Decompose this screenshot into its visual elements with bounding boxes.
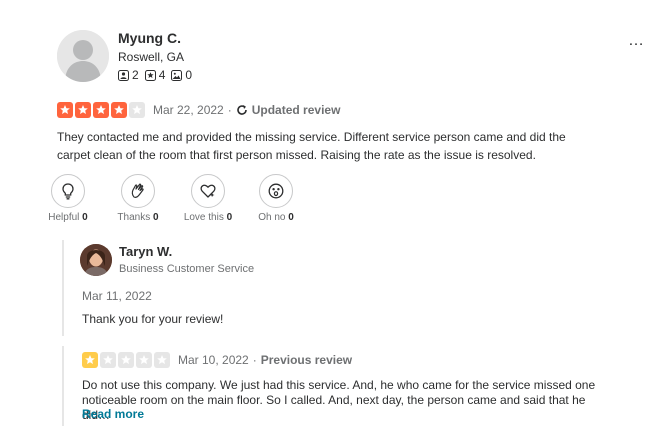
previous-star-1	[82, 352, 98, 368]
photo-icon	[171, 69, 183, 81]
business-responder-name: Taryn W.	[119, 244, 173, 259]
reviewer-name[interactable]: Myung C.	[118, 30, 181, 46]
thanks-count: 0	[153, 212, 159, 223]
helpful-button[interactable]: Helpful 0	[45, 174, 91, 223]
love-this-circle[interactable]	[191, 174, 225, 208]
review-text: They contacted me and provided the missi…	[57, 130, 566, 162]
previous-review: Mar 10, 2022 · Previous review Do not us…	[62, 346, 622, 426]
photos-count: 0	[185, 68, 193, 82]
oh-no-button[interactable]: Oh no 0	[253, 174, 299, 223]
helpful-text: Helpful	[48, 212, 80, 223]
previous-review-label: Previous review	[260, 353, 353, 367]
previous-review-text: Do not use this company. We just had thi…	[82, 378, 596, 422]
updated-review-label: Updated review	[236, 103, 341, 117]
friends-icon	[118, 69, 129, 81]
reviewer-location: Roswell, GA	[118, 50, 185, 64]
thanks-circle[interactable]	[121, 174, 155, 208]
reviewer-avatar[interactable]	[57, 30, 109, 82]
reviews-count: 4	[158, 68, 166, 82]
reply-date: Mar 11, 2022	[82, 289, 152, 303]
previous-review-date: Mar 10, 2022	[178, 353, 249, 367]
more-options-button[interactable]: …	[628, 33, 645, 49]
refresh-icon	[236, 105, 247, 115]
business-reply: Taryn W. Business Customer Service Mar 1…	[62, 240, 622, 336]
heart-icon	[200, 184, 216, 198]
helpful-count: 0	[82, 212, 88, 223]
review-rating-row: Mar 22, 2022 · Updated review	[57, 102, 340, 118]
thanks-text: Thanks	[117, 212, 151, 223]
clapping-hands-icon	[131, 183, 144, 198]
oh-no-label: Oh no 0	[258, 212, 294, 223]
business-responder-role: Business Customer Service	[119, 263, 255, 275]
oh-no-text: Oh no	[258, 212, 286, 223]
reply-text: Thank you for your review!	[82, 312, 224, 326]
lightbulb-icon	[62, 183, 74, 200]
reviews-stat: 4	[144, 68, 166, 82]
review-star-1	[57, 102, 73, 118]
surprised-face-icon	[268, 183, 284, 199]
friends-count: 2	[132, 68, 139, 82]
love-this-button[interactable]: Love this 0	[181, 174, 235, 223]
previous-star-3	[118, 352, 134, 368]
review-date: Mar 22, 2022	[153, 103, 224, 117]
reaction-bar: Helpful 0 Thanks 0 Love this 0 Oh no 0	[48, 174, 299, 223]
review-star-icon	[144, 69, 156, 81]
helpful-label: Helpful 0	[48, 212, 87, 223]
separator: ·	[252, 353, 257, 367]
photos-stat: 0	[171, 68, 192, 82]
review-star-5	[129, 102, 145, 118]
reviewer-stats: 2 4 0	[118, 68, 198, 82]
review-star-2	[75, 102, 91, 118]
review-star-4	[111, 102, 127, 118]
separator: ·	[227, 103, 232, 117]
previous-star-4	[136, 352, 152, 368]
love-this-text: Love this	[183, 212, 224, 223]
star-rating	[57, 102, 147, 118]
friends-stat: 2	[118, 68, 139, 82]
oh-no-count: 0	[288, 212, 294, 223]
business-avatar[interactable]	[80, 244, 112, 276]
helpful-circle[interactable]	[51, 174, 85, 208]
previous-star-2	[100, 352, 116, 368]
thanks-button[interactable]: Thanks 0	[115, 174, 161, 223]
love-this-count: 0	[226, 212, 233, 223]
read-more-link[interactable]: Read more	[82, 407, 144, 421]
oh-no-circle[interactable]	[259, 174, 293, 208]
review-star-3	[93, 102, 109, 118]
love-this-label: Love this 0	[184, 212, 232, 223]
thanks-label: Thanks 0	[117, 212, 158, 223]
previous-rating-row: Mar 10, 2022 · Previous review	[82, 352, 352, 368]
previous-star-5	[154, 352, 170, 368]
updated-review-text: Updated review	[251, 103, 341, 117]
previous-star-rating	[82, 352, 172, 368]
